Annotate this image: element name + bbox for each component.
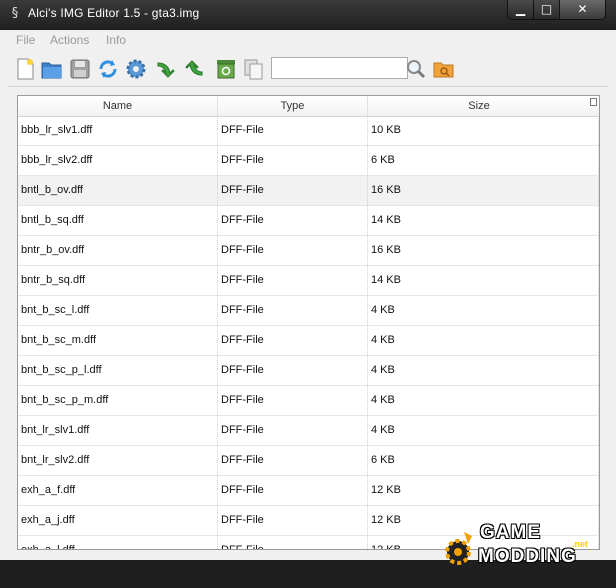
cell-type: DFF-File	[218, 416, 368, 445]
save-icon[interactable]	[68, 57, 92, 81]
table-row[interactable]: bnt_lr_slv1.dff DFF-File 4 KB	[18, 416, 599, 446]
column-header-name[interactable]: Name	[18, 96, 218, 116]
watermark-gear-icon	[445, 532, 472, 565]
cell-name: exh_a_j.dff	[18, 506, 218, 535]
cell-type: DFF-File	[218, 476, 368, 505]
minimize-icon: ▁	[515, 2, 526, 16]
cell-size: 14 KB	[368, 266, 599, 295]
table-row[interactable]: bbb_lr_slv1.dff DFF-File 10 KB	[18, 116, 599, 146]
cell-name: bnt_b_sc_p_l.dff	[18, 356, 218, 385]
cell-type: DFF-File	[218, 266, 368, 295]
maximize-icon: □	[540, 2, 553, 16]
cell-name: exh_a_f.dff	[18, 476, 218, 505]
table-row[interactable]: exh_a_f.dff DFF-File 12 KB	[18, 476, 599, 506]
cell-name: bntr_b_ov.dff	[18, 236, 218, 265]
watermark-line2: MODDING	[478, 546, 577, 567]
cell-type: DFF-File	[218, 116, 368, 145]
cell-type: DFF-File	[218, 356, 368, 385]
cell-size: 10 KB	[368, 116, 599, 145]
table-row[interactable]: bnt_b_sc_m.dff DFF-File 4 KB	[18, 326, 599, 356]
cell-size: 4 KB	[368, 386, 599, 415]
settings-gear-icon[interactable]	[124, 57, 148, 81]
refresh-icon[interactable]	[96, 57, 120, 81]
cell-type: DFF-File	[218, 236, 368, 265]
table-row[interactable]: bnt_b_sc_p_m.dff DFF-File 4 KB	[18, 386, 599, 416]
cell-type: DFF-File	[218, 506, 368, 535]
watermark-line1: GAME	[480, 522, 541, 543]
cell-name: bntr_b_sq.dff	[18, 266, 218, 295]
cell-name: bnt_lr_slv1.dff	[18, 416, 218, 445]
cell-type: DFF-File	[218, 206, 368, 235]
cell-size: 16 KB	[368, 176, 599, 205]
table-row[interactable]: bnt_lr_slv2.dff DFF-File 6 KB	[18, 446, 599, 476]
cell-name: bntl_b_ov.dff	[18, 176, 218, 205]
cell-size: 6 KB	[368, 446, 599, 475]
cell-name: bnt_b_sc_l.dff	[18, 296, 218, 325]
table-row[interactable]: bntr_b_ov.dff DFF-File 16 KB	[18, 236, 599, 266]
list-header: Name Type Size	[18, 96, 599, 117]
cell-type: DFF-File	[218, 296, 368, 325]
import-arrow-icon[interactable]	[154, 57, 178, 81]
delete-recycle-icon[interactable]	[214, 57, 238, 81]
column-header-type[interactable]: Type	[218, 96, 368, 116]
close-icon: ✕	[577, 2, 588, 16]
minimize-button[interactable]: ▁	[507, 0, 534, 20]
cell-type: DFF-File	[218, 326, 368, 355]
cell-name: bntl_b_sq.dff	[18, 206, 218, 235]
menu-bar: File Actions Info	[8, 30, 608, 52]
menu-file[interactable]: File	[16, 33, 35, 47]
cell-size: 6 KB	[368, 146, 599, 175]
cell-size: 14 KB	[368, 206, 599, 235]
close-button[interactable]: ✕	[559, 0, 606, 20]
cell-name: exh_a_l.dff	[18, 536, 218, 549]
cell-type: DFF-File	[218, 446, 368, 475]
new-file-icon[interactable]	[13, 57, 37, 81]
menu-info[interactable]: Info	[106, 33, 126, 47]
cell-name: bbb_lr_slv2.dff	[18, 146, 218, 175]
cell-type: DFF-File	[218, 146, 368, 175]
watermark-logo: GAME .net MODDING	[440, 520, 610, 580]
cell-size: 4 KB	[368, 416, 599, 445]
open-folder-icon[interactable]	[40, 57, 64, 81]
cell-name: bnt_lr_slv2.dff	[18, 446, 218, 475]
table-row[interactable]: bbb_lr_slv2.dff DFF-File 6 KB	[18, 146, 599, 176]
window-title: Alci's IMG Editor 1.5 - gta3.img	[28, 6, 200, 20]
file-list[interactable]: Name Type Size bbb_lr_slv1.dff DFF-File …	[17, 95, 600, 550]
cell-name: bnt_b_sc_m.dff	[18, 326, 218, 355]
table-row[interactable]: bntr_b_sq.dff DFF-File 14 KB	[18, 266, 599, 296]
title-bar[interactable]: § Alci's IMG Editor 1.5 - gta3.img ▁ □ ✕	[0, 0, 616, 30]
cell-name: bbb_lr_slv1.dff	[18, 116, 218, 145]
cell-size: 12 KB	[368, 476, 599, 505]
cell-type: DFF-File	[218, 386, 368, 415]
cell-size: 4 KB	[368, 356, 599, 385]
column-resize-corner-icon[interactable]	[590, 98, 597, 106]
search-icon[interactable]	[404, 57, 428, 81]
toolbar	[8, 52, 608, 87]
cell-size: 16 KB	[368, 236, 599, 265]
copy-pages-icon[interactable]	[242, 57, 266, 81]
cell-size: 4 KB	[368, 296, 599, 325]
table-row[interactable]: bnt_b_sc_l.dff DFF-File 4 KB	[18, 296, 599, 326]
app-window: § Alci's IMG Editor 1.5 - gta3.img ▁ □ ✕…	[0, 0, 616, 588]
cell-name: bnt_b_sc_p_m.dff	[18, 386, 218, 415]
export-arrow-icon[interactable]	[182, 57, 206, 81]
app-icon: §	[11, 6, 19, 21]
search-folder-icon[interactable]	[432, 57, 456, 81]
cell-type: DFF-File	[218, 176, 368, 205]
table-row[interactable]: bnt_b_sc_p_l.dff DFF-File 4 KB	[18, 356, 599, 386]
search-input[interactable]	[271, 57, 408, 79]
menu-actions[interactable]: Actions	[50, 33, 89, 47]
table-row[interactable]: bntl_b_ov.dff DFF-File 16 KB	[18, 176, 599, 206]
cell-size: 4 KB	[368, 326, 599, 355]
column-header-size[interactable]: Size	[368, 96, 590, 116]
cell-type: DFF-File	[218, 536, 368, 549]
maximize-button[interactable]: □	[533, 0, 560, 20]
table-row[interactable]: bntl_b_sq.dff DFF-File 14 KB	[18, 206, 599, 236]
